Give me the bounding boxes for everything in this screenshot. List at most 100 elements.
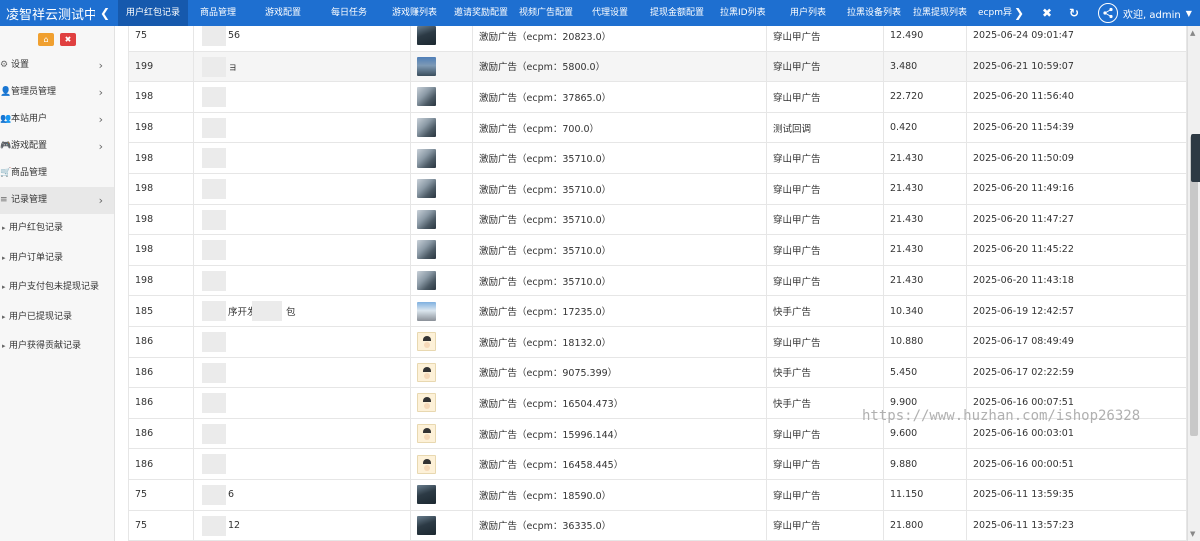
trash-icon[interactable]: ✖ bbox=[60, 32, 76, 46]
table-row[interactable]: 198 激励广告（ecpm：35710.0） 穿山甲广告 21.430 2025-06-… bbox=[128, 143, 1187, 174]
cell-source-text: 穿山甲广告 bbox=[773, 429, 821, 441]
sidebar-item-0[interactable]: ⚙ 设置 › bbox=[0, 52, 114, 79]
table-row[interactable]: 198 激励广告（ecpm：35710.0） 穿山甲广告 21.430 2025-06-… bbox=[128, 265, 1187, 297]
table-row[interactable]: 186 激励广告（ecpm：16458.445） 穿山甲广告 9.880 2025-06… bbox=[128, 449, 1187, 480]
caret-right-icon: ▸ bbox=[2, 283, 6, 291]
avatar[interactable] bbox=[417, 362, 436, 382]
avatar[interactable] bbox=[417, 209, 436, 229]
avatar[interactable] bbox=[417, 393, 436, 413]
sidebar-subitem-0[interactable]: ▸ 用户红包记录 bbox=[0, 214, 114, 244]
cell-name bbox=[194, 204, 411, 235]
sidebar-collapse-icon[interactable]: ❮ bbox=[95, 0, 115, 26]
sidebar-subitem-2[interactable]: ▸ 用户支付包未提现记录 bbox=[0, 273, 114, 303]
avatar[interactable] bbox=[417, 56, 436, 76]
tab-9[interactable]: 拉黑ID列表 bbox=[720, 0, 766, 26]
redacted-block bbox=[202, 393, 226, 414]
sidebar-subitem-4[interactable]: ▸ 用户获得贡献记录 bbox=[0, 332, 114, 362]
cell-type: 激励广告（ecpm：17235.0） bbox=[473, 296, 767, 326]
avatar[interactable] bbox=[417, 271, 436, 291]
cell-time-text: 2025-06-16 00:00:51 bbox=[973, 458, 1074, 470]
sidebar-subitem-1[interactable]: ▸ 用户订单记录 bbox=[0, 244, 114, 274]
tab-5[interactable]: 邀请奖励配置 bbox=[454, 0, 508, 26]
welcome-text: 欢迎, admin bbox=[1123, 9, 1181, 21]
cell-uid: 198 bbox=[128, 204, 194, 235]
refresh-icon[interactable]: ↻ bbox=[1067, 0, 1081, 26]
sidebar-item-2[interactable]: 👥 本站用户 › bbox=[0, 106, 114, 133]
avatar[interactable] bbox=[417, 118, 436, 138]
side-widget[interactable] bbox=[1191, 134, 1200, 182]
chevron-right-icon[interactable]: ❯ bbox=[1012, 0, 1026, 26]
avatar[interactable] bbox=[417, 454, 436, 474]
user-menu[interactable]: 欢迎, admin ▼ bbox=[1098, 0, 1192, 26]
sidebar-subitem-3[interactable]: ▸ 用户已提现记录 bbox=[0, 303, 114, 333]
cell-amount-text: 22.720 bbox=[890, 91, 924, 103]
table-row[interactable]: 198 激励广告（ecpm：35710.0） 穿山甲广告 21.430 2025-06-… bbox=[128, 235, 1187, 266]
table-row[interactable]: 198 激励广告（ecpm：700.0） 测试回调 0.420 2025-06-20 1… bbox=[128, 112, 1187, 144]
redacted-block bbox=[202, 362, 226, 383]
avatar[interactable] bbox=[417, 424, 436, 444]
sidebar-item-3[interactable]: 🎮 游戏配置 › bbox=[0, 133, 114, 160]
tab-11[interactable]: 拉黑设备列表 bbox=[847, 0, 901, 26]
tab-1[interactable]: 商品管理 bbox=[200, 0, 236, 26]
table-row[interactable]: 75 6 激励广告（ecpm：18590.0） 穿山甲广告 11.150 2025-06-… bbox=[128, 480, 1187, 511]
table-row[interactable]: 186 激励广告（ecpm：9075.399） 快手广告 5.450 2025-06-1… bbox=[128, 357, 1187, 389]
tab-7[interactable]: 代理设置 bbox=[592, 0, 628, 26]
tab-8[interactable]: 提现金额配置 bbox=[650, 0, 704, 26]
cell-type: 激励广告（ecpm：9075.399） bbox=[473, 357, 767, 388]
tab-4[interactable]: 游戏赚列表 bbox=[392, 0, 437, 26]
table-row[interactable]: 198 激励广告（ecpm：37865.0） 穿山甲广告 22.720 2025-06-… bbox=[128, 82, 1187, 113]
caret-down-icon: ▼ bbox=[1185, 8, 1192, 18]
cell-uid-text: 198 bbox=[135, 183, 154, 195]
tab-6[interactable]: 视频广告配置 bbox=[519, 0, 573, 26]
scroll-up-icon[interactable]: ▲ bbox=[1190, 29, 1195, 37]
cell-source: 穿山甲广告 bbox=[767, 51, 884, 82]
avatar[interactable] bbox=[417, 179, 436, 199]
sidebar-item-1[interactable]: 👤 管理员管理 › bbox=[0, 79, 114, 106]
cell-time-text: 2025-06-21 10:59:07 bbox=[973, 60, 1074, 72]
tab-10[interactable]: 用户列表 bbox=[790, 0, 826, 26]
cell-amount: 0.420 bbox=[884, 112, 967, 143]
table-row[interactable]: 198 激励广告（ecpm：35710.0） 穿山甲广告 21.430 2025-06-… bbox=[128, 204, 1187, 236]
top-bar: 凌智祥云测试中 ❮ 用户红包记录 商品管理 游戏配置 每日任务 游戏赚列表 邀请奖励配置视… bbox=[0, 0, 1200, 26]
avatar[interactable] bbox=[417, 332, 436, 352]
avatar[interactable] bbox=[417, 240, 436, 260]
table-row[interactable]: 185 序开发包 激励广告（ecpm：17235.0） 快手广告 10.340 2025-… bbox=[128, 296, 1187, 327]
table-row[interactable]: 75 56 激励广告（ecpm：20823.0） 穿山甲广告 12.490 2025-06… bbox=[128, 26, 1187, 52]
tab-13[interactable]: ecpm异 bbox=[978, 0, 1012, 26]
avatar[interactable] bbox=[417, 26, 436, 46]
cell-time: 2025-06-20 11:49:16 bbox=[967, 174, 1187, 204]
caret-right-icon: ▸ bbox=[2, 312, 6, 321]
cell-type-text: 激励广告（ecpm：36335.0） bbox=[479, 521, 612, 533]
cell-amount-text: 9.880 bbox=[890, 458, 918, 470]
scroll-down-icon[interactable]: ▼ bbox=[1190, 530, 1195, 538]
cell-name: 56 bbox=[194, 26, 411, 51]
cell-time-text: 2025-06-20 11:47:27 bbox=[973, 213, 1074, 225]
cell-uid-text: 75 bbox=[135, 519, 148, 531]
table-row[interactable]: 186 激励广告（ecpm：18132.0） 穿山甲广告 10.880 2025-06-… bbox=[128, 327, 1187, 358]
sidebar-item-5[interactable]: ≡ 记录管理 › bbox=[0, 187, 114, 214]
close-icon[interactable]: ✖ bbox=[1040, 0, 1054, 26]
cell-time: 2025-06-11 13:57:23 bbox=[967, 510, 1187, 541]
table-row[interactable]: 199 ョ 激励广告（ecpm：5800.0） 穿山甲广告 3.480 2025-06-2… bbox=[128, 51, 1187, 83]
table-row[interactable]: 198 激励广告（ecpm：35710.0） 穿山甲广告 21.430 2025-06-… bbox=[128, 174, 1187, 205]
sidebar-item-4[interactable]: 🛒 商品管理 bbox=[0, 160, 114, 187]
tab-0[interactable]: 用户红包记录 bbox=[118, 0, 189, 26]
avatar[interactable] bbox=[417, 148, 436, 168]
table-row[interactable]: 75 12 激励广告（ecpm：36335.0） 穿山甲广告 21.800 2025-06… bbox=[128, 510, 1187, 541]
avatar[interactable] bbox=[417, 485, 436, 505]
avatar[interactable] bbox=[417, 87, 436, 107]
tab-3[interactable]: 每日任务 bbox=[331, 0, 367, 26]
vertical-scrollbar[interactable]: ▲ ▼ bbox=[1187, 26, 1200, 541]
avatar[interactable] bbox=[417, 301, 436, 321]
cell-source-text: 穿山甲广告 bbox=[773, 184, 821, 196]
cell-avatar bbox=[411, 296, 473, 326]
avatar[interactable] bbox=[417, 515, 436, 535]
cell-uid-text: 75 bbox=[135, 489, 148, 501]
cell-source-text: 快手广告 bbox=[773, 398, 812, 410]
tab-12[interactable]: 拉黑提现列表 bbox=[913, 0, 967, 26]
cell-uid: 186 bbox=[128, 449, 194, 479]
tab-2[interactable]: 游戏配置 bbox=[265, 0, 301, 26]
home-icon[interactable]: ⌂ bbox=[38, 32, 54, 46]
cell-time: 2025-06-11 13:59:35 bbox=[967, 480, 1187, 510]
cell-source-text: 穿山甲广告 bbox=[773, 31, 821, 43]
